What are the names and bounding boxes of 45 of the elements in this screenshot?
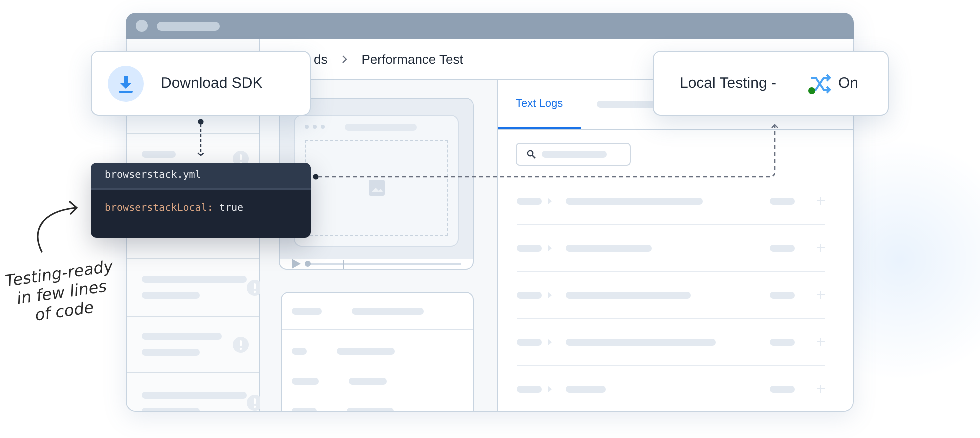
placeholder-bar — [770, 292, 795, 298]
handwritten-note: Testing-ready in few lines of code — [3, 256, 116, 328]
plus-icon[interactable] — [817, 197, 825, 205]
placeholder-bar — [770, 244, 795, 252]
placeholder-bar — [770, 338, 795, 346]
local-testing-label: Local Testing - — [680, 75, 776, 92]
placeholder-bar — [292, 308, 322, 314]
placeholder-bar — [566, 386, 606, 392]
placeholder-bar — [352, 308, 424, 314]
plus-icon[interactable] — [817, 291, 825, 299]
placeholder-bar — [517, 244, 542, 252]
exclamation-icon — [233, 336, 249, 352]
placeholder-bar — [337, 348, 395, 354]
dotted-connector — [197, 119, 205, 157]
placeholder-bar — [292, 348, 307, 354]
placeholder-bar — [517, 198, 542, 204]
tab[interactable]: Text Logs — [498, 80, 582, 129]
search-field[interactable] — [516, 143, 631, 166]
placeholder-bar — [142, 151, 176, 158]
download-card[interactable]: Download SDK — [91, 51, 311, 116]
placeholder-bar — [770, 386, 795, 392]
download-label: Download SDK — [161, 75, 263, 92]
code-line: browserstackLocal: true — [104, 202, 244, 216]
window-dot — [136, 20, 148, 32]
breadcrumb-item[interactable]: Performance Test — [362, 52, 464, 66]
plus-icon[interactable] — [817, 385, 825, 393]
curved-arrow — [37, 201, 78, 253]
plus-icon[interactable] — [817, 244, 825, 252]
placeholder-bar — [157, 22, 220, 30]
placeholder-bar — [292, 378, 319, 384]
search-icon — [527, 150, 536, 159]
chevron-icon — [342, 54, 348, 64]
file-name: browserstack.yml — [91, 163, 311, 190]
download-icon — [108, 66, 144, 102]
placeholder-bar — [542, 151, 607, 158]
plus-icon[interactable] — [817, 338, 825, 346]
placeholder-bar — [517, 338, 542, 346]
placeholder-bar — [517, 386, 542, 392]
placeholder-bar — [517, 292, 542, 298]
placeholder-bar — [770, 198, 795, 204]
breadcrumb-item[interactable]: ds — [314, 52, 328, 66]
play-icon[interactable] — [292, 259, 301, 269]
image-icon — [368, 180, 384, 196]
placeholder-bar — [349, 378, 387, 384]
status-label: On — [838, 75, 858, 92]
